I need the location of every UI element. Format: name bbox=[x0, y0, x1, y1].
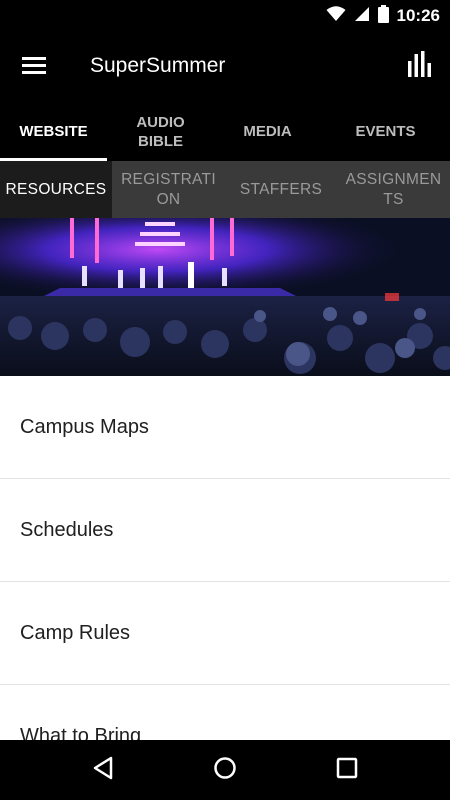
hero-image bbox=[0, 218, 450, 376]
hamburger-menu-icon bbox=[21, 55, 47, 80]
resource-list: Campus Maps Schedules Camp Rules What to… bbox=[0, 376, 450, 740]
list-item-campus-maps[interactable]: Campus Maps bbox=[0, 376, 450, 479]
back-button[interactable] bbox=[83, 750, 123, 790]
tab-media[interactable]: MEDIA bbox=[214, 102, 321, 161]
status-icons: 10:26 bbox=[326, 0, 440, 32]
back-icon bbox=[92, 756, 114, 785]
subtab-registration[interactable]: REGISTRATION bbox=[112, 161, 225, 218]
subtab-assignments[interactable]: ASSIGNMENTS bbox=[337, 161, 450, 218]
list-item-camp-rules[interactable]: Camp Rules bbox=[0, 582, 450, 685]
recents-icon bbox=[336, 757, 358, 784]
tab-website[interactable]: WEBSITE bbox=[0, 102, 107, 161]
recents-button[interactable] bbox=[327, 750, 367, 790]
list-item-what-to-bring[interactable]: What to Bring bbox=[0, 685, 450, 741]
menu-button[interactable] bbox=[14, 50, 54, 84]
sub-tab-bar: RESOURCES REGISTRATION STAFFERS ASSIGNME… bbox=[0, 161, 450, 218]
tab-events[interactable]: EVENTS bbox=[321, 102, 450, 161]
tab-audio-bible[interactable]: AUDIO BIBLE bbox=[107, 102, 214, 161]
system-nav-bar bbox=[0, 740, 450, 800]
stats-button[interactable] bbox=[402, 48, 438, 84]
wifi-icon bbox=[326, 5, 346, 27]
home-icon bbox=[213, 756, 237, 785]
subtab-staffers[interactable]: STAFFERS bbox=[225, 161, 337, 218]
tab-audio-bible-label: AUDIO BIBLE bbox=[136, 113, 185, 150]
status-bar: 10:26 bbox=[0, 0, 450, 32]
home-button[interactable] bbox=[205, 750, 245, 790]
subtab-resources[interactable]: RESOURCES bbox=[0, 161, 112, 218]
app-bar: SuperSummer bbox=[0, 32, 450, 102]
battery-icon bbox=[377, 4, 389, 28]
list-item-schedules[interactable]: Schedules bbox=[0, 479, 450, 582]
main-tab-bar: WEBSITE AUDIO BIBLE MEDIA EVENTS bbox=[0, 102, 450, 161]
bar-chart-icon bbox=[407, 50, 433, 82]
app-title: SuperSummer bbox=[90, 54, 226, 77]
cellular-icon bbox=[354, 6, 370, 27]
status-time: 10:26 bbox=[396, 6, 440, 25]
